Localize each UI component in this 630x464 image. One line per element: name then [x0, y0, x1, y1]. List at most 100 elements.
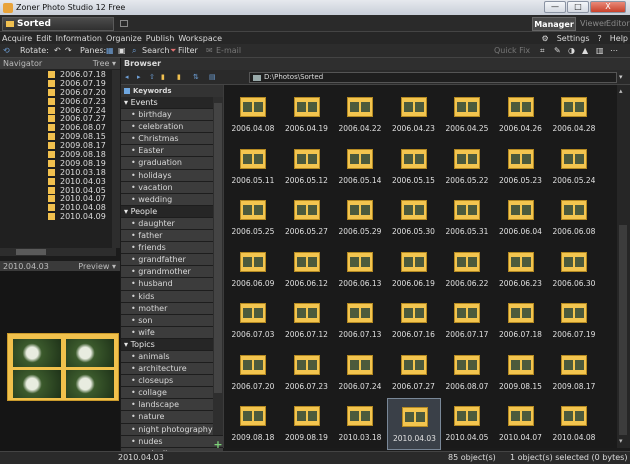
folder-thumbnail[interactable]: 2006.07.12: [280, 295, 334, 347]
resize-icon[interactable]: ▥: [596, 45, 604, 57]
folder-thumbnail[interactable]: 2006.04.23: [387, 89, 441, 141]
tree-folder-item[interactable]: 2009.08.19: [0, 159, 116, 168]
keyword-item[interactable]: • husband: [121, 278, 223, 291]
rotate-left-icon[interactable]: ↶: [54, 45, 61, 57]
keyword-item[interactable]: • landscape: [121, 399, 223, 412]
menu-information[interactable]: Information: [56, 34, 102, 43]
folder-thumbnail[interactable]: 2006.04.26: [494, 89, 548, 141]
folder-thumbnail[interactable]: 2006.07.17: [440, 295, 494, 347]
folder-thumbnail[interactable]: 2006.05.12: [280, 141, 334, 193]
folder-thumbnail[interactable]: 2006.07.16: [387, 295, 441, 347]
menu-settings[interactable]: Settings: [557, 34, 590, 43]
folder-thumbnail[interactable]: 2006.05.14: [333, 141, 387, 193]
tab-sorted[interactable]: Sorted: [2, 17, 114, 31]
folder-thumbnail[interactable]: 2006.06.19: [387, 244, 441, 296]
tree-folder-item[interactable]: 2006.08.07: [0, 123, 116, 132]
folder-thumbnail[interactable]: 2010.04.07: [494, 398, 548, 450]
menu-publish[interactable]: Publish: [146, 34, 175, 43]
keyword-item[interactable]: • vacation: [121, 181, 223, 194]
keyword-item[interactable]: • architecture: [121, 363, 223, 376]
tree-folder-item[interactable]: 2006.07.27: [0, 114, 116, 123]
tree-folder-item[interactable]: 2010.04.09: [0, 212, 116, 221]
view-mode-icon[interactable]: ▤: [209, 73, 216, 81]
folder-thumbnail[interactable]: 2006.04.19: [280, 89, 334, 141]
tree-folder-item[interactable]: 2009.08.17: [0, 141, 116, 150]
new-tab-icon[interactable]: [120, 20, 128, 27]
folder-thumbnail[interactable]: 2006.08.07: [440, 347, 494, 399]
keyword-category[interactable]: ▾ Events: [121, 97, 223, 110]
levels-icon[interactable]: ◑: [568, 45, 575, 57]
folder-thumbnail[interactable]: 2006.06.30: [547, 244, 601, 296]
keyword-category[interactable]: ▾ Topics: [121, 339, 223, 351]
back-nav-icon[interactable]: ◂: [125, 73, 129, 81]
tree-folder-item[interactable]: 2010.04.05: [0, 186, 116, 195]
tree-folder-item[interactable]: 2010.03.18: [0, 168, 116, 177]
filter-button[interactable]: Filter: [178, 45, 198, 57]
folder-thumbnail[interactable]: 2006.07.19: [547, 295, 601, 347]
keyword-item[interactable]: • nudes: [121, 435, 223, 448]
keyword-item[interactable]: • animals: [121, 350, 223, 364]
keyword-item[interactable]: • birthday: [121, 109, 223, 122]
tab-viewer[interactable]: Viewer: [580, 17, 607, 31]
keyword-category[interactable]: ▾ People: [121, 206, 223, 218]
keyword-item[interactable]: • grandmother: [121, 266, 223, 279]
forward-nav-icon[interactable]: ▸: [137, 73, 141, 81]
tree-horizontal-scrollbar[interactable]: [0, 248, 116, 256]
keyword-item[interactable]: • father: [121, 230, 223, 243]
keyword-item[interactable]: • graduation: [121, 157, 223, 170]
folder-thumbnail[interactable]: 2006.05.25: [226, 192, 280, 244]
scroll-up-icon[interactable]: ▴: [619, 87, 623, 95]
pane-layout-icon[interactable]: ▣: [118, 45, 126, 57]
folder-thumbnail[interactable]: 2009.08.15: [494, 347, 548, 399]
back-icon[interactable]: ⟲: [3, 45, 10, 57]
minimize-button[interactable]: —: [544, 1, 566, 13]
folder-nav-icon[interactable]: ▮: [161, 73, 165, 81]
folder-thumbnail[interactable]: 2006.06.22: [440, 244, 494, 296]
folder-thumbnail[interactable]: 2010.04.05: [440, 398, 494, 450]
tree-folder-item[interactable]: 2010.04.03: [0, 177, 116, 186]
tree-scrollbar[interactable]: [112, 70, 120, 248]
menu-workspace[interactable]: Workspace: [178, 34, 222, 43]
keyword-item[interactable]: • wife: [121, 326, 223, 339]
folder-thumbnail[interactable]: 2006.07.13: [333, 295, 387, 347]
folder-thumbnail[interactable]: 2006.06.09: [226, 244, 280, 296]
folder-thumbnail[interactable]: 2006.05.15: [387, 141, 441, 193]
navigator-view-dropdown[interactable]: Tree ▾: [93, 58, 116, 70]
menu-edit[interactable]: Edit: [36, 34, 52, 43]
close-button[interactable]: X: [590, 1, 626, 13]
email-button[interactable]: E-mail: [216, 45, 241, 57]
tree-folder-item[interactable]: 2009.08.18: [0, 150, 116, 159]
keyword-item[interactable]: • kids: [121, 290, 223, 303]
keyword-item[interactable]: • grandfather: [121, 254, 223, 267]
keyword-item[interactable]: • celebration: [121, 121, 223, 134]
folder-thumbnail[interactable]: 2006.04.25: [440, 89, 494, 141]
sort-icon[interactable]: ⇅: [193, 73, 199, 81]
folder-thumbnail[interactable]: 2006.07.23: [280, 347, 334, 399]
folder-thumbnail[interactable]: 2006.05.23: [494, 141, 548, 193]
keyword-item[interactable]: • friends: [121, 242, 223, 255]
folder-thumbnail[interactable]: 2009.08.18: [226, 398, 280, 450]
folder-thumbnail[interactable]: 2009.08.17: [547, 347, 601, 399]
folder-thumbnail[interactable]: 2006.07.27: [387, 347, 441, 399]
up-nav-icon[interactable]: ⇧: [149, 73, 155, 81]
folder-thumbnail[interactable]: 2006.06.04: [494, 192, 548, 244]
tree-folder-item[interactable]: 2010.04.07: [0, 194, 116, 203]
folder-thumbnail[interactable]: 2006.07.20: [226, 347, 280, 399]
folder-thumbnail[interactable]: 2006.06.23: [494, 244, 548, 296]
keyword-item[interactable]: • collage: [121, 387, 223, 400]
add-keyword-icon[interactable]: +: [212, 439, 224, 450]
tree-folder-item[interactable]: 2009.08.15: [0, 132, 116, 141]
tree-folder-item[interactable]: 2006.07.18: [0, 70, 116, 79]
keyword-item[interactable]: • nature: [121, 411, 223, 424]
folder-thumbnail[interactable]: 2006.07.03: [226, 295, 280, 347]
folder-thumbnail[interactable]: 2010.03.18: [333, 398, 387, 450]
menu-help[interactable]: Help: [610, 34, 628, 43]
folder-thumbnail[interactable]: 2006.05.27: [280, 192, 334, 244]
folder-thumbnail[interactable]: 2006.05.31: [440, 192, 494, 244]
keyword-item[interactable]: • Easter: [121, 145, 223, 158]
folder-thumbnail[interactable]: 2006.06.08: [547, 192, 601, 244]
folder-thumbnail[interactable]: 2006.04.08: [226, 89, 280, 141]
folder-thumbnail[interactable]: 2010.04.08: [547, 398, 601, 450]
keywords-scrollbar[interactable]: [213, 97, 223, 435]
tab-editor[interactable]: Editor: [606, 17, 630, 31]
